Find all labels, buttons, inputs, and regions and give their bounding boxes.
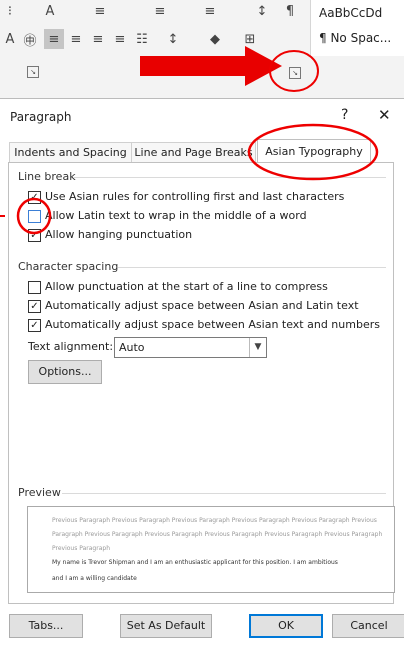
red-circle-checkbox-icon [16,197,52,235]
red-arrow-icon [140,46,282,86]
red-circle-launcher-icon [269,50,319,92]
red-circle-tab-icon [247,123,379,181]
red-annotations [0,46,379,235]
